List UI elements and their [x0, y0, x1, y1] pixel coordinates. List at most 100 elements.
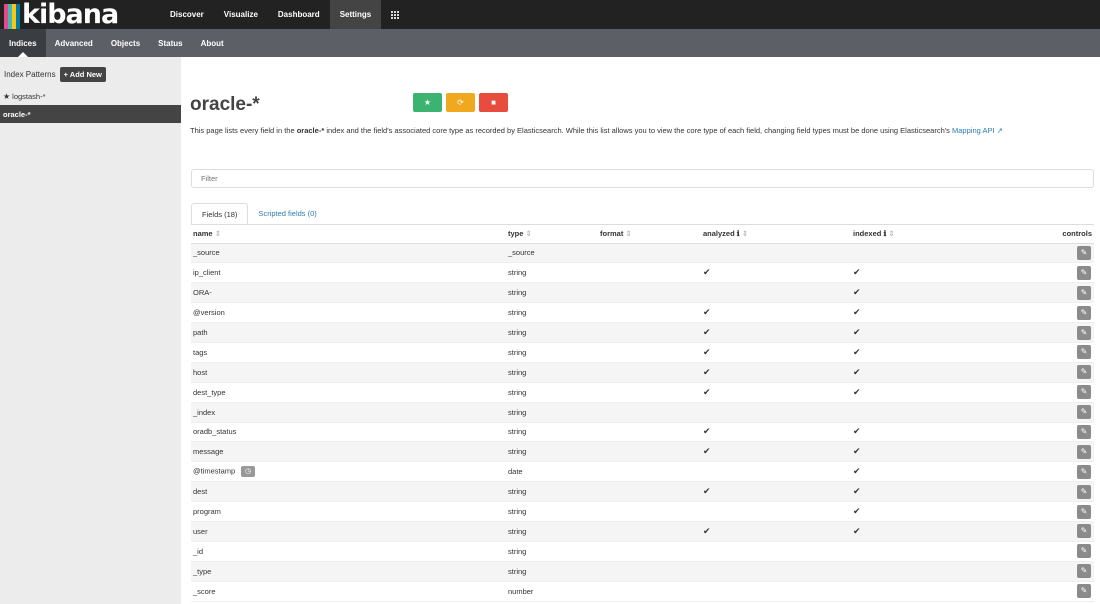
field-format: [598, 382, 701, 403]
field-analyzed: ✔: [701, 521, 851, 542]
index-pattern-item[interactable]: ★ logstash-*: [0, 87, 181, 105]
edit-field-button[interactable]: ✎: [1077, 524, 1091, 539]
field-controls: ✎: [1021, 561, 1094, 582]
star-icon: ★: [423, 98, 432, 107]
field-controls: ✎: [1021, 302, 1094, 324]
tab-scripted-fields[interactable]: Scripted fields (0): [248, 203, 326, 225]
index-pattern-item[interactable]: oracle-*: [0, 105, 181, 123]
col-name-header[interactable]: name ⇕: [191, 225, 506, 244]
edit-field-button[interactable]: ✎: [1077, 444, 1091, 459]
field-analyzed: ✔: [701, 382, 851, 403]
pencil-icon: ✎: [1080, 287, 1088, 297]
delete-index-button[interactable]: ■: [479, 93, 508, 112]
pencil-icon: ✎: [1080, 327, 1088, 337]
nav-dashboard[interactable]: Dashboard: [268, 0, 330, 29]
col-controls-header: controls: [1021, 225, 1094, 244]
fields-table: name ⇕ type ⇕ format ⇕ analyzed ℹ ⇕ inde…: [191, 225, 1094, 602]
apps-grid-icon[interactable]: [381, 0, 409, 29]
field-format: [598, 541, 701, 562]
field-format: [598, 581, 701, 602]
pencil-icon: ✎: [1080, 407, 1088, 417]
field-indexed: ✔: [851, 302, 1021, 324]
table-row: host string ✔ ✔ ✎: [191, 362, 1094, 383]
field-indexed: [851, 402, 1021, 423]
table-row: oradb_status string ✔ ✔ ✎: [191, 422, 1094, 443]
edit-field-button[interactable]: ✎: [1077, 405, 1091, 420]
nav-discover[interactable]: Discover: [160, 0, 214, 29]
subnav-indices[interactable]: Indices: [0, 29, 46, 57]
edit-field-button[interactable]: ✎: [1077, 564, 1091, 579]
edit-field-button[interactable]: ✎: [1077, 584, 1091, 599]
edit-field-button[interactable]: ✎: [1077, 365, 1091, 380]
check-icon: ✔: [853, 506, 861, 517]
field-format: [598, 441, 701, 463]
subnav-advanced[interactable]: Advanced: [46, 29, 102, 57]
field-type: string: [506, 501, 598, 522]
field-indexed: ✔: [851, 441, 1021, 463]
edit-field-button[interactable]: ✎: [1077, 285, 1091, 300]
edit-field-button[interactable]: ✎: [1077, 544, 1091, 559]
edit-field-button[interactable]: ✎: [1077, 265, 1091, 280]
field-indexed: [851, 541, 1021, 562]
add-new-index-pattern-button[interactable]: + Add New: [59, 66, 106, 82]
index-pattern-list: ★ logstash-* oracle-*: [0, 87, 181, 123]
subnav-objects[interactable]: Objects: [102, 29, 149, 57]
page-description: This page lists every field in the oracl…: [190, 125, 1095, 136]
table-row: _id string ✎: [191, 541, 1094, 562]
edit-field-button[interactable]: ✎: [1077, 504, 1091, 519]
table-row: _type string ✎: [191, 561, 1094, 582]
table-row: tags string ✔ ✔ ✎: [191, 342, 1094, 363]
edit-field-button[interactable]: ✎: [1077, 484, 1091, 499]
col-format-header[interactable]: format ⇕: [598, 225, 701, 244]
nav-settings[interactable]: Settings: [329, 0, 382, 29]
field-type: string: [506, 302, 598, 324]
check-icon: ✔: [703, 307, 711, 318]
edit-field-button[interactable]: ✎: [1077, 464, 1091, 479]
field-format: [598, 282, 701, 304]
field-analyzed: ✔: [701, 322, 851, 343]
pencil-icon: ✎: [1080, 307, 1088, 317]
col-indexed-header[interactable]: indexed ℹ ⇕: [851, 225, 1021, 244]
field-controls: ✎: [1021, 441, 1094, 463]
pencil-icon: ✎: [1080, 506, 1088, 516]
table-row: program string ✔ ✎: [191, 501, 1094, 522]
check-icon: ✔: [853, 426, 861, 437]
field-type: string: [506, 342, 598, 363]
field-format: [598, 561, 701, 582]
subnav-about[interactable]: About: [192, 29, 233, 57]
edit-field-button[interactable]: ✎: [1077, 424, 1091, 439]
kibana-logo[interactable]: kibana: [0, 0, 160, 29]
field-name: _score: [191, 581, 506, 602]
index-patterns-header: Index Patterns + Add New: [0, 57, 181, 87]
field-type: date: [506, 461, 598, 483]
subnav-status[interactable]: Status: [149, 29, 191, 57]
field-analyzed: [701, 541, 851, 562]
field-type: string: [506, 422, 598, 443]
edit-field-button[interactable]: ✎: [1077, 245, 1091, 260]
field-controls: ✎: [1021, 322, 1094, 343]
edit-field-button[interactable]: ✎: [1077, 325, 1091, 340]
edit-field-button[interactable]: ✎: [1077, 385, 1091, 400]
logo-text: kibana: [22, 0, 119, 30]
check-icon: ✔: [853, 307, 861, 318]
field-tabs: Fields (18) Scripted fields (0): [191, 203, 327, 225]
edit-field-button[interactable]: ✎: [1077, 305, 1091, 320]
pencil-icon: ✎: [1080, 367, 1088, 377]
field-type: number: [506, 581, 598, 602]
col-type-header[interactable]: type ⇕: [506, 225, 598, 244]
field-format: [598, 422, 701, 443]
edit-field-button[interactable]: ✎: [1077, 345, 1091, 360]
field-controls: ✎: [1021, 362, 1094, 383]
tab-fields[interactable]: Fields (18): [191, 203, 249, 225]
mapping-api-link[interactable]: Mapping API ↗: [952, 126, 1003, 135]
refresh-fields-button[interactable]: ⟳: [446, 93, 475, 112]
table-row: @timestamp ◷ date ✔ ✎: [191, 461, 1094, 483]
filter-input[interactable]: [191, 169, 1094, 188]
field-indexed: ✔: [851, 382, 1021, 403]
field-format: [598, 362, 701, 383]
col-analyzed-header[interactable]: analyzed ℹ ⇕: [701, 225, 851, 244]
field-controls: ✎: [1021, 342, 1094, 363]
table-row: ORA-string ✔ ✎: [191, 282, 1094, 304]
set-default-index-button[interactable]: ★: [413, 93, 442, 112]
nav-visualize[interactable]: Visualize: [214, 0, 268, 29]
